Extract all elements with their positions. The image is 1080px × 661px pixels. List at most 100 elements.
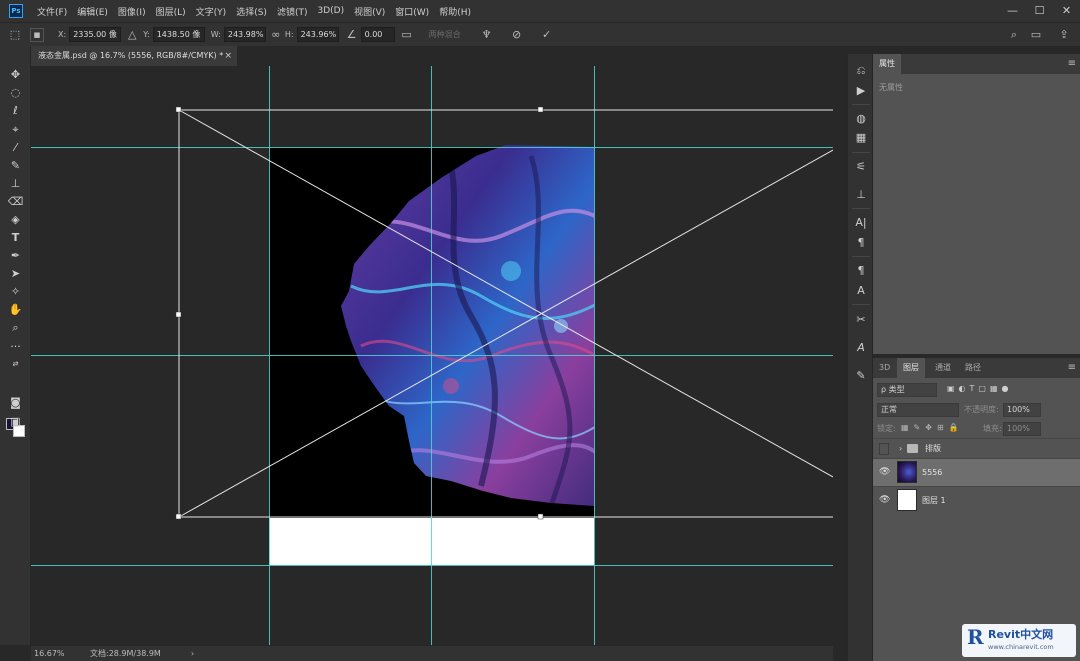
- layers-menu-icon[interactable]: ≡: [1068, 358, 1076, 378]
- search-icon[interactable]: ⌕: [1006, 28, 1022, 42]
- rotate-view-tool-icon[interactable]: ✧: [0, 283, 31, 301]
- layer-row-layer1[interactable]: 👁 图层 1: [873, 486, 1080, 514]
- menu-select[interactable]: 选择(S): [236, 5, 267, 18]
- menu-image[interactable]: 图像(I): [118, 5, 146, 18]
- expand-group-icon[interactable]: ›: [899, 439, 902, 459]
- filter-icons[interactable]: ▣◐T▢▦●: [947, 384, 1013, 393]
- history-icon[interactable]: ⎌: [848, 62, 874, 80]
- layer-filter-select[interactable]: ρ 类型: [877, 383, 937, 397]
- lock-icons[interactable]: ▦✎✥⊞🔒: [901, 423, 964, 432]
- share-icon[interactable]: ⇪: [1056, 28, 1072, 41]
- tab-channels[interactable]: 通道: [929, 358, 957, 378]
- fill-field[interactable]: 100%: [1003, 422, 1041, 436]
- move-tool-icon[interactable]: ✥: [0, 66, 31, 84]
- properties-empty-note: 无属性: [879, 83, 903, 92]
- libraries-icon[interactable]: ⊥: [848, 186, 874, 204]
- zoom-level[interactable]: 16.67%: [34, 649, 74, 658]
- tab-properties[interactable]: 属性: [873, 54, 901, 74]
- pen-tool-icon[interactable]: ✒: [0, 247, 31, 265]
- tab-3d[interactable]: 3D: [873, 358, 896, 378]
- layer-name[interactable]: 排版: [925, 439, 941, 459]
- menu-view[interactable]: 视图(V): [354, 5, 385, 18]
- delta-icon[interactable]: △: [125, 28, 139, 41]
- 3d-icon[interactable]: ◍: [848, 110, 874, 128]
- eyedropper-tool-icon[interactable]: ⁄: [0, 139, 31, 157]
- tab-layers[interactable]: 图层: [897, 358, 925, 378]
- tool-presets-icon[interactable]: ✂: [848, 311, 874, 329]
- commit-transform-icon[interactable]: ✓: [539, 28, 555, 41]
- angle-field[interactable]: 0.00: [360, 27, 395, 42]
- photoshop-logo-icon[interactable]: Ps: [9, 4, 23, 18]
- marquee-tool-icon[interactable]: ◌: [0, 84, 31, 102]
- menu-layer[interactable]: 图层(L): [156, 5, 186, 18]
- menu-3d[interactable]: 3D(D): [317, 6, 344, 16]
- opacity-field[interactable]: 100%: [1003, 403, 1041, 417]
- paint-bucket-tool-icon[interactable]: ◈: [0, 211, 31, 229]
- document-tab[interactable]: 液态金属.psd @ 16.7% (5556, RGB/8#/CMYK) * ×: [31, 46, 237, 66]
- tab-paths[interactable]: 路径: [959, 358, 987, 378]
- layer-name[interactable]: 5556: [922, 459, 942, 487]
- visibility-eye-icon[interactable]: 👁: [879, 466, 890, 478]
- adjustments-icon[interactable]: ⚟: [848, 158, 874, 176]
- stamp-tool-icon[interactable]: ⊥: [0, 175, 31, 193]
- watermark-url: www.chinarevit.com: [988, 643, 1054, 651]
- more-tools-icon[interactable]: ···: [0, 338, 31, 356]
- width-field[interactable]: 243.98%: [223, 27, 266, 42]
- cancel-transform-icon[interactable]: ⊘: [509, 28, 525, 41]
- options-bar: ⬚ ▪ X: 2335.00 像 △ Y: 1438.50 像 W: 243.9…: [0, 22, 1080, 46]
- hand-tool-icon[interactable]: ✋: [0, 301, 31, 319]
- height-field[interactable]: 243.96%: [296, 27, 339, 42]
- menu-file[interactable]: 文件(F): [37, 5, 67, 18]
- reference-point-icon[interactable]: ▪: [30, 27, 44, 42]
- maximize-button[interactable]: ☐: [1026, 0, 1053, 22]
- layer-row-group[interactable]: · › 排版: [873, 438, 1080, 458]
- menu-filter[interactable]: 滤镜(T): [277, 5, 308, 18]
- workspace-icon[interactable]: ▭: [1028, 28, 1044, 41]
- type-tool-icon[interactable]: T: [0, 229, 31, 247]
- actions-play-icon[interactable]: ▶: [848, 82, 874, 100]
- layer-name[interactable]: 图层 1: [922, 487, 946, 515]
- transform-tool-icon[interactable]: ⬚: [0, 28, 30, 41]
- close-button[interactable]: ✕: [1053, 0, 1080, 22]
- visibility-eye-icon[interactable]: 👁: [879, 494, 890, 506]
- character-icon[interactable]: A|: [848, 214, 874, 232]
- path-select-tool-icon[interactable]: ➤: [0, 265, 31, 283]
- brush-tool-icon[interactable]: ✎: [0, 157, 31, 175]
- status-arrow-icon[interactable]: ›: [191, 649, 194, 658]
- warp-mode-icon[interactable]: ♆: [479, 28, 495, 41]
- minimize-button[interactable]: —: [999, 0, 1026, 22]
- link-icon[interactable]: ∞: [269, 28, 283, 41]
- lasso-tool-icon[interactable]: ℓ: [0, 102, 31, 120]
- glyphs-icon[interactable]: A: [848, 339, 874, 357]
- layers-panel-header: 3D 图层 通道 路径 ≡: [873, 358, 1080, 378]
- visibility-off-icon[interactable]: ·: [879, 443, 889, 455]
- menu-window[interactable]: 窗口(W): [395, 5, 429, 18]
- y-label: Y:: [143, 30, 150, 39]
- quick-select-tool-icon[interactable]: ⌖: [0, 121, 31, 139]
- swap-colors-icon[interactable]: ⇄: [0, 355, 31, 373]
- blend-mode-select[interactable]: 正常: [877, 403, 959, 417]
- layers-panel: 3D 图层 通道 路径 ≡ ρ 类型 ▣◐T▢▦● 正常 不透明度: 100% …: [873, 358, 1080, 661]
- brush-settings-icon[interactable]: ✎: [848, 367, 874, 385]
- quick-mask-icon[interactable]: ◙: [0, 394, 31, 412]
- eraser-tool-icon[interactable]: ⌫: [0, 193, 31, 211]
- menu-help[interactable]: 帮助(H): [439, 5, 471, 18]
- lock-label: 锁定:: [877, 424, 896, 433]
- fill-label: 填充:: [983, 424, 1002, 433]
- skew-icon[interactable]: ▭: [401, 28, 413, 41]
- paragraph-icon[interactable]: ¶: [848, 234, 874, 252]
- x-field[interactable]: 2335.00 像: [69, 27, 122, 42]
- menu-edit[interactable]: 编辑(E): [77, 5, 108, 18]
- menu-type[interactable]: 文字(Y): [196, 5, 227, 18]
- close-tab-icon[interactable]: ×: [224, 46, 232, 66]
- canvas[interactable]: [31, 66, 833, 645]
- y-field[interactable]: 1438.50 像: [152, 27, 205, 42]
- screen-mode-icon[interactable]: ▣: [0, 413, 31, 431]
- swatches-grid-icon[interactable]: ▦: [848, 129, 874, 147]
- paragraph-styles-icon[interactable]: A: [848, 282, 874, 300]
- zoom-tool-icon[interactable]: ⌕: [0, 319, 31, 337]
- panel-menu-icon[interactable]: ≡: [1068, 54, 1076, 74]
- character-styles-icon[interactable]: ¶: [848, 262, 874, 280]
- layer-row-5556[interactable]: 👁 5556: [873, 458, 1080, 486]
- transform-bounding-box[interactable]: [31, 66, 833, 645]
